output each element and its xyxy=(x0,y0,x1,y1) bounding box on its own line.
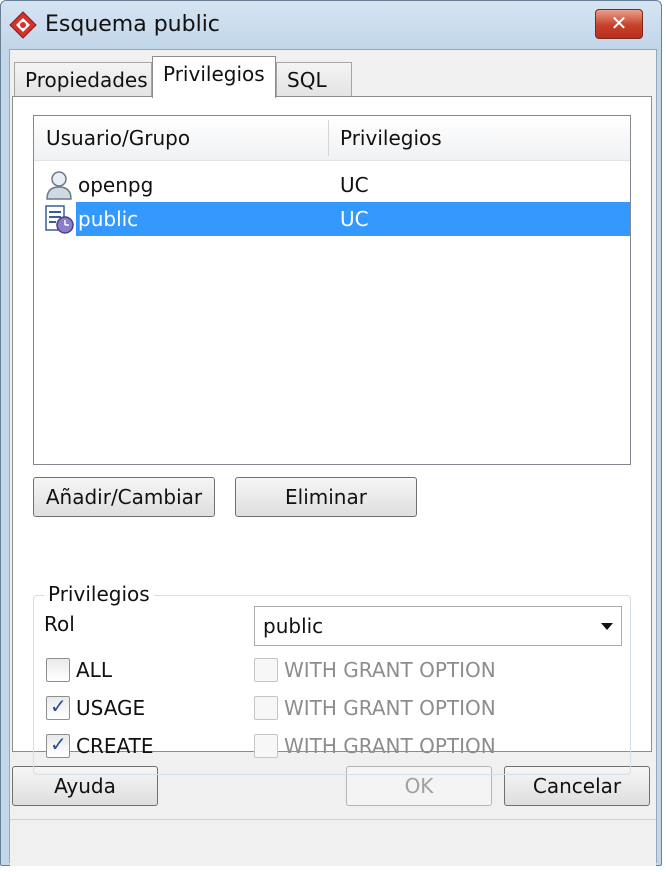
list-row[interactable]: openpg UC xyxy=(34,168,630,202)
user-icon xyxy=(46,171,72,200)
status-bar xyxy=(10,819,656,866)
checkbox-usage-label[interactable]: USAGE xyxy=(76,696,145,720)
row-privileges: UC xyxy=(340,207,369,231)
role-select[interactable]: public xyxy=(254,606,622,646)
privileges-tab-panel: Usuario/Grupo Privilegios openpg UC publ… xyxy=(12,96,652,775)
groupbox-legend: Privilegios xyxy=(44,582,154,606)
checkbox-all-grant-option xyxy=(254,658,278,682)
checkbox-all-label[interactable]: ALL xyxy=(76,658,112,682)
dialog-client-area: Propiedades Privilegios SQL Usuario/Grup… xyxy=(9,49,657,866)
close-button[interactable]: ✕ xyxy=(595,9,643,39)
app-icon xyxy=(9,11,37,39)
group-icon xyxy=(45,205,74,234)
tab-sql[interactable]: SQL xyxy=(276,62,352,98)
column-header-privileges[interactable]: Privilegios xyxy=(340,116,442,160)
dropdown-arrow-icon[interactable] xyxy=(601,623,613,630)
checkbox-create-label[interactable]: CREATE xyxy=(76,734,153,758)
list-header: Usuario/Grupo Privilegios xyxy=(34,116,630,161)
checkbox-usage-grant-option-label: WITH GRANT OPTION xyxy=(284,696,496,720)
checkbox-all-grant-option-label: WITH GRANT OPTION xyxy=(284,658,496,682)
role-label: Rol xyxy=(44,612,75,636)
row-privileges: UC xyxy=(340,173,369,197)
window-title: Esquema public xyxy=(45,12,220,37)
checkbox-create-grant-option-label: WITH GRANT OPTION xyxy=(284,734,496,758)
dialog-window: Esquema public ✕ Propiedades Privilegios… xyxy=(0,0,662,866)
tab-propiedades[interactable]: Propiedades xyxy=(14,62,152,98)
column-header-user-group[interactable]: Usuario/Grupo xyxy=(46,116,190,160)
add-change-button[interactable]: Añadir/Cambiar xyxy=(33,477,215,517)
checkbox-create-grant-option xyxy=(254,734,278,758)
checkmark-icon: ✓ xyxy=(50,732,67,756)
privileges-groupbox: Privilegios Rol public ALL WITH GRANT OP… xyxy=(33,582,631,775)
checkbox-create[interactable]: ✓ xyxy=(46,732,70,758)
checkmark-icon: ✓ xyxy=(50,694,67,718)
row-user-name: public xyxy=(78,207,139,231)
role-select-value: public xyxy=(263,614,324,638)
tab-privilegios[interactable]: Privilegios xyxy=(152,56,276,98)
checkbox-all[interactable] xyxy=(46,658,70,682)
privileges-list[interactable]: Usuario/Grupo Privilegios openpg UC publ… xyxy=(33,115,631,465)
checkbox-usage-grant-option xyxy=(254,696,278,720)
row-user-name: openpg xyxy=(78,173,154,197)
column-separator[interactable] xyxy=(328,120,329,156)
list-row-selected[interactable]: public UC xyxy=(34,202,630,236)
delete-button[interactable]: Eliminar xyxy=(235,477,417,517)
title-bar[interactable]: Esquema public ✕ xyxy=(1,1,661,49)
checkbox-usage[interactable]: ✓ xyxy=(46,694,70,720)
